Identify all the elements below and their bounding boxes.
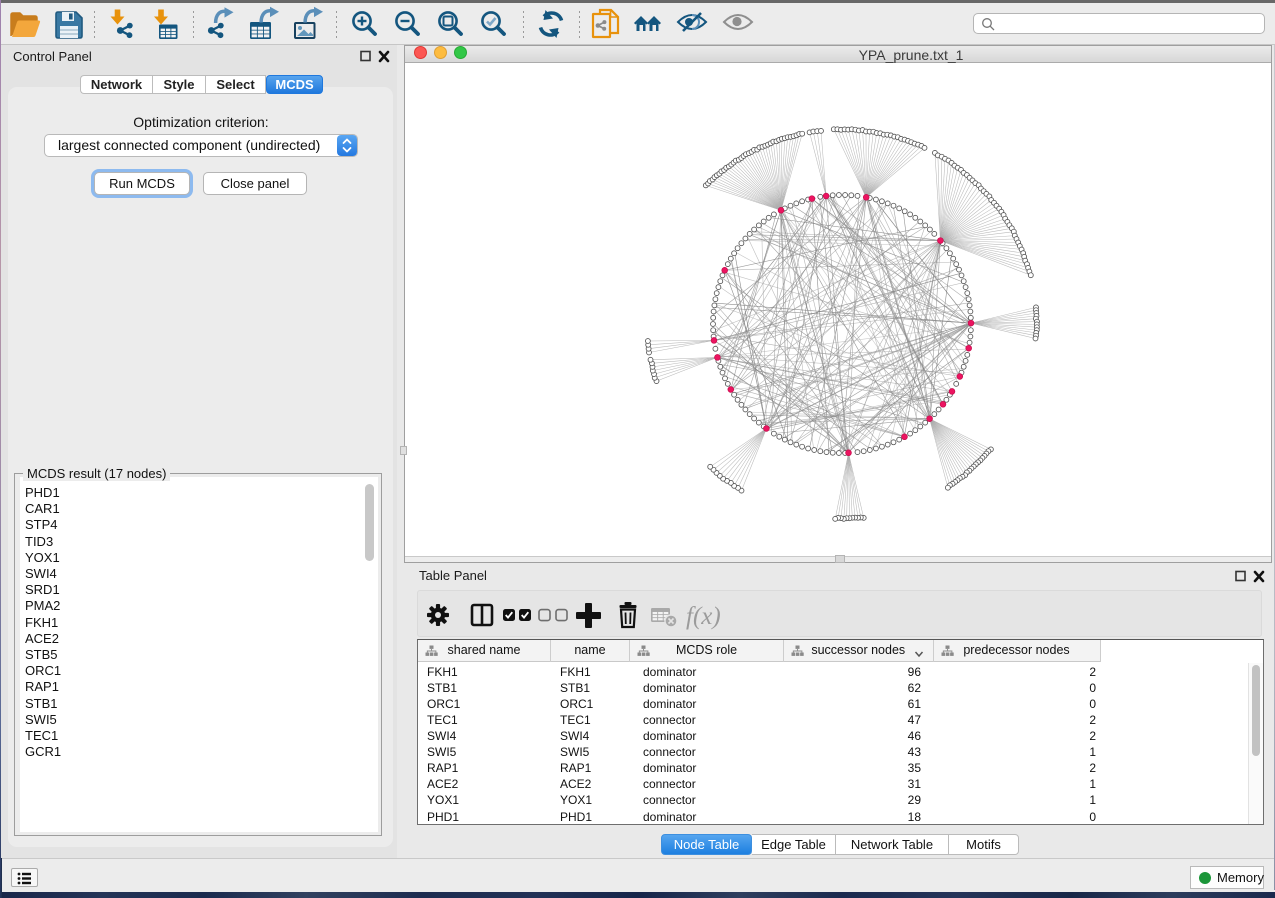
- svg-text:f(x): f(x): [686, 603, 721, 630]
